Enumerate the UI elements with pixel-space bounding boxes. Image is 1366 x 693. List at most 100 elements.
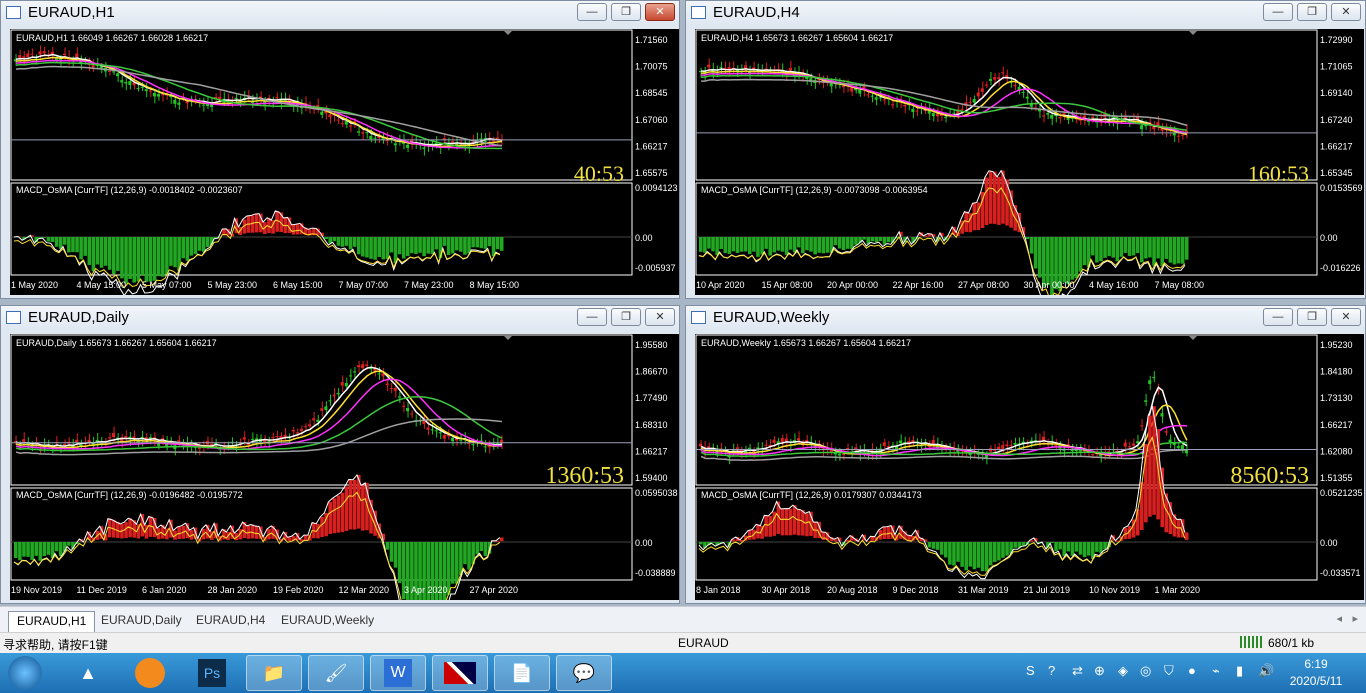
taskbar-clock[interactable]: 6:19 2020/5/11 xyxy=(1286,656,1346,690)
time-axis-label: 31 Mar 2019 xyxy=(958,585,1009,595)
maximize-button[interactable]: ❐ xyxy=(611,308,641,326)
bar-countdown-timer: 8560:53 xyxy=(1230,463,1309,489)
minimize-button[interactable]: — xyxy=(1263,3,1293,21)
minimize-button[interactable]: — xyxy=(577,3,607,21)
app-photoshop-icon[interactable]: Ps xyxy=(184,655,240,691)
time-axis-label: 5 May 07:00 xyxy=(142,280,192,290)
chart-symbol-info: EURAUD,Daily 1.65673 1.66267 1.65604 1.6… xyxy=(16,338,217,348)
window-title: EURAUD,H1 xyxy=(28,4,115,21)
time-axis-label: 7 May 07:00 xyxy=(339,280,389,290)
chart-svg: EURAUD,H4 1.65673 1.66267 1.65604 1.6621… xyxy=(695,29,1363,295)
macd-tick-label: 0.0521235 xyxy=(1320,488,1363,498)
window-titlebar[interactable]: EURAUD,Weekly — ❐ ✕ xyxy=(686,306,1365,330)
app-wps-writer-icon[interactable]: W xyxy=(370,655,426,691)
macd-indicator-label: MACD_OsMA [CurrTF] (12,26,9) -0.0196482 … xyxy=(16,490,243,500)
time-axis-label: 1 Mar 2020 xyxy=(1155,585,1201,595)
time-axis-label: 10 Apr 2020 xyxy=(696,280,745,290)
maximize-button[interactable]: ❐ xyxy=(1297,308,1327,326)
windows-taskbar: ▲ Ps 📁 🖌 W 📄 💬 S ? ⇄ ⊕ ◈ ◎ ⛉ ● ⌁ ▮ 🔊 6:1… xyxy=(0,653,1366,693)
window-titlebar[interactable]: EURAUD,H4 — ❐ ✕ xyxy=(686,1,1365,25)
tray-wechat-icon[interactable]: ◎ xyxy=(1140,663,1151,679)
tray-network-icon[interactable]: ⇄ xyxy=(1072,663,1083,679)
minimize-button[interactable]: — xyxy=(577,308,607,326)
close-button[interactable]: ✕ xyxy=(645,308,675,326)
tray-help-icon[interactable]: ? xyxy=(1048,663,1055,678)
price-tick-label: 1.68545 xyxy=(635,88,668,98)
app-tencent-meeting-icon[interactable]: ▲ xyxy=(60,655,116,691)
chart-window-h1[interactable]: EURAUD,H1 — ❐ ✕ EURAUD,H1 1.66049 1.6626… xyxy=(0,0,680,299)
price-tick-label: 1.66217 xyxy=(635,446,668,456)
price-tick-label: 1.68310 xyxy=(635,420,668,430)
macd-tick-label: 0.00 xyxy=(635,233,653,243)
tab-euraud-weekly[interactable]: EURAUD,Weekly xyxy=(273,611,382,632)
start-button-icon[interactable] xyxy=(4,655,46,691)
time-axis-label: 7 May 23:00 xyxy=(404,280,454,290)
close-button[interactable]: ✕ xyxy=(1331,308,1361,326)
price-tick-label: 1.62080 xyxy=(1320,446,1353,456)
chart-symbol-info: EURAUD,Weekly 1.65673 1.66267 1.65604 1.… xyxy=(701,338,911,348)
app-wechat-icon[interactable]: 💬 xyxy=(556,655,612,691)
macd-tick-label: 0.0094123 xyxy=(635,183,678,193)
tray-box-icon[interactable]: ◈ xyxy=(1118,663,1128,679)
tab-euraud-h4[interactable]: EURAUD,H4 xyxy=(188,611,273,632)
chart-canvas[interactable]: EURAUD,H4 1.65673 1.66267 1.65604 1.6621… xyxy=(695,29,1364,295)
tab-scroll-left-icon[interactable]: ◂ xyxy=(1336,612,1342,625)
chart-canvas[interactable]: EURAUD,Daily 1.65673 1.66267 1.65604 1.6… xyxy=(10,334,679,600)
chart-window-weekly[interactable]: EURAUD,Weekly — ❐ ✕ EURAUD,Weekly 1.6567… xyxy=(685,305,1366,604)
price-tick-label: 1.86670 xyxy=(635,367,668,377)
time-axis-label: 20 Aug 2018 xyxy=(827,585,878,595)
time-axis-label: 3 Apr 2020 xyxy=(404,585,448,595)
tab-euraud-daily[interactable]: EURAUD,Daily xyxy=(93,611,190,632)
time-axis-label: 19 Nov 2019 xyxy=(11,585,62,595)
chart-canvas[interactable]: EURAUD,H1 1.66049 1.66267 1.66028 1.6621… xyxy=(10,29,679,295)
chart-window-icon xyxy=(6,311,21,324)
chart-shift-marker-icon xyxy=(504,336,512,340)
close-button[interactable]: ✕ xyxy=(645,3,675,21)
maximize-button[interactable]: ❐ xyxy=(1297,3,1327,21)
chart-canvas[interactable]: EURAUD,Weekly 1.65673 1.66267 1.65604 1.… xyxy=(695,334,1364,600)
close-button[interactable]: ✕ xyxy=(1331,3,1361,21)
window-title: EURAUD,Weekly xyxy=(713,309,830,326)
tray-volume-icon[interactable]: 🔊 xyxy=(1258,663,1274,679)
time-axis-label: 27 Apr 2020 xyxy=(470,585,519,595)
time-axis-label: 4 May 15:00 xyxy=(77,280,127,290)
price-tick-label: 1.69140 xyxy=(1320,88,1353,98)
chart-shift-marker-icon xyxy=(1189,336,1197,340)
price-tick-label: 1.71560 xyxy=(635,35,668,45)
chart-window-daily[interactable]: EURAUD,Daily — ❐ ✕ EURAUD,Daily 1.65673 … xyxy=(0,305,680,604)
tray-target-icon[interactable]: ⊕ xyxy=(1094,663,1105,679)
minimize-button[interactable]: — xyxy=(1263,308,1293,326)
chart-window-icon xyxy=(6,6,21,19)
price-tick-label: 1.66217 xyxy=(1320,141,1353,151)
clock-date: 2020/5/11 xyxy=(1289,674,1343,688)
tray-signal-icon[interactable]: ▮ xyxy=(1236,663,1243,679)
chart-window-h4[interactable]: EURAUD,H4 — ❐ ✕ EURAUD,H4 1.65673 1.6626… xyxy=(685,0,1366,299)
maximize-button[interactable]: ❐ xyxy=(611,3,641,21)
window-titlebar[interactable]: EURAUD,Daily — ❐ ✕ xyxy=(1,306,679,330)
macd-tick-label: -0.005937 xyxy=(635,263,676,273)
price-tick-label: 1.72990 xyxy=(1320,35,1353,45)
chart-shift-marker-icon xyxy=(504,31,512,35)
chart-svg: EURAUD,Weekly 1.65673 1.66267 1.65604 1.… xyxy=(695,334,1363,595)
tray-shield-icon[interactable]: ⛉ xyxy=(1164,663,1174,679)
status-bar: 寻求帮助, 请按F1键 EURAUD 680/1 kb xyxy=(0,632,1366,653)
tab-euraud-h1[interactable]: EURAUD,H1 xyxy=(8,611,96,632)
window-title: EURAUD,Daily xyxy=(28,309,129,326)
window-titlebar[interactable]: EURAUD,H1 — ❐ ✕ xyxy=(1,1,679,25)
tray-qq-icon[interactable]: ● xyxy=(1188,663,1196,678)
tray-usb-icon[interactable]: ⌁ xyxy=(1212,663,1220,679)
price-tick-label: 1.95230 xyxy=(1320,340,1353,350)
macd-indicator-label: MACD_OsMA [CurrTF] (12,26,9) -0.0073098 … xyxy=(701,185,928,195)
time-axis-label: 12 Mar 2020 xyxy=(339,585,390,595)
app-notepad-icon[interactable]: 📄 xyxy=(494,655,550,691)
app-paint-icon[interactable]: 🖌 xyxy=(308,655,364,691)
app-metatrader-icon[interactable] xyxy=(432,655,488,691)
app-foxmail-icon[interactable] xyxy=(122,655,178,691)
macd-tick-label: -0.038889 xyxy=(635,568,676,578)
macd-tick-label: 0.0595038 xyxy=(635,488,678,498)
time-axis-label: 4 May 16:00 xyxy=(1089,280,1139,290)
tray-sogou-icon[interactable]: S xyxy=(1026,663,1035,678)
app-file-explorer-icon[interactable]: 📁 xyxy=(246,655,302,691)
tab-scroll-right-icon[interactable]: ▸ xyxy=(1352,612,1358,625)
status-symbol: EURAUD xyxy=(678,636,729,650)
